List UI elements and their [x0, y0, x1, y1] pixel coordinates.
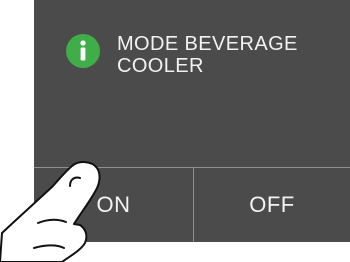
- stage: MODE BEVERAGE COOLER ON OFF: [0, 0, 350, 262]
- off-button-label: OFF: [249, 192, 295, 217]
- display-panel: MODE BEVERAGE COOLER ON OFF: [34, 0, 350, 242]
- on-button[interactable]: ON: [34, 168, 193, 242]
- on-button-label: ON: [96, 192, 131, 217]
- info-icon: [66, 34, 100, 68]
- status-message: MODE BEVERAGE COOLER: [66, 33, 327, 77]
- off-button[interactable]: OFF: [194, 168, 350, 242]
- message-text: MODE BEVERAGE COOLER: [117, 33, 298, 77]
